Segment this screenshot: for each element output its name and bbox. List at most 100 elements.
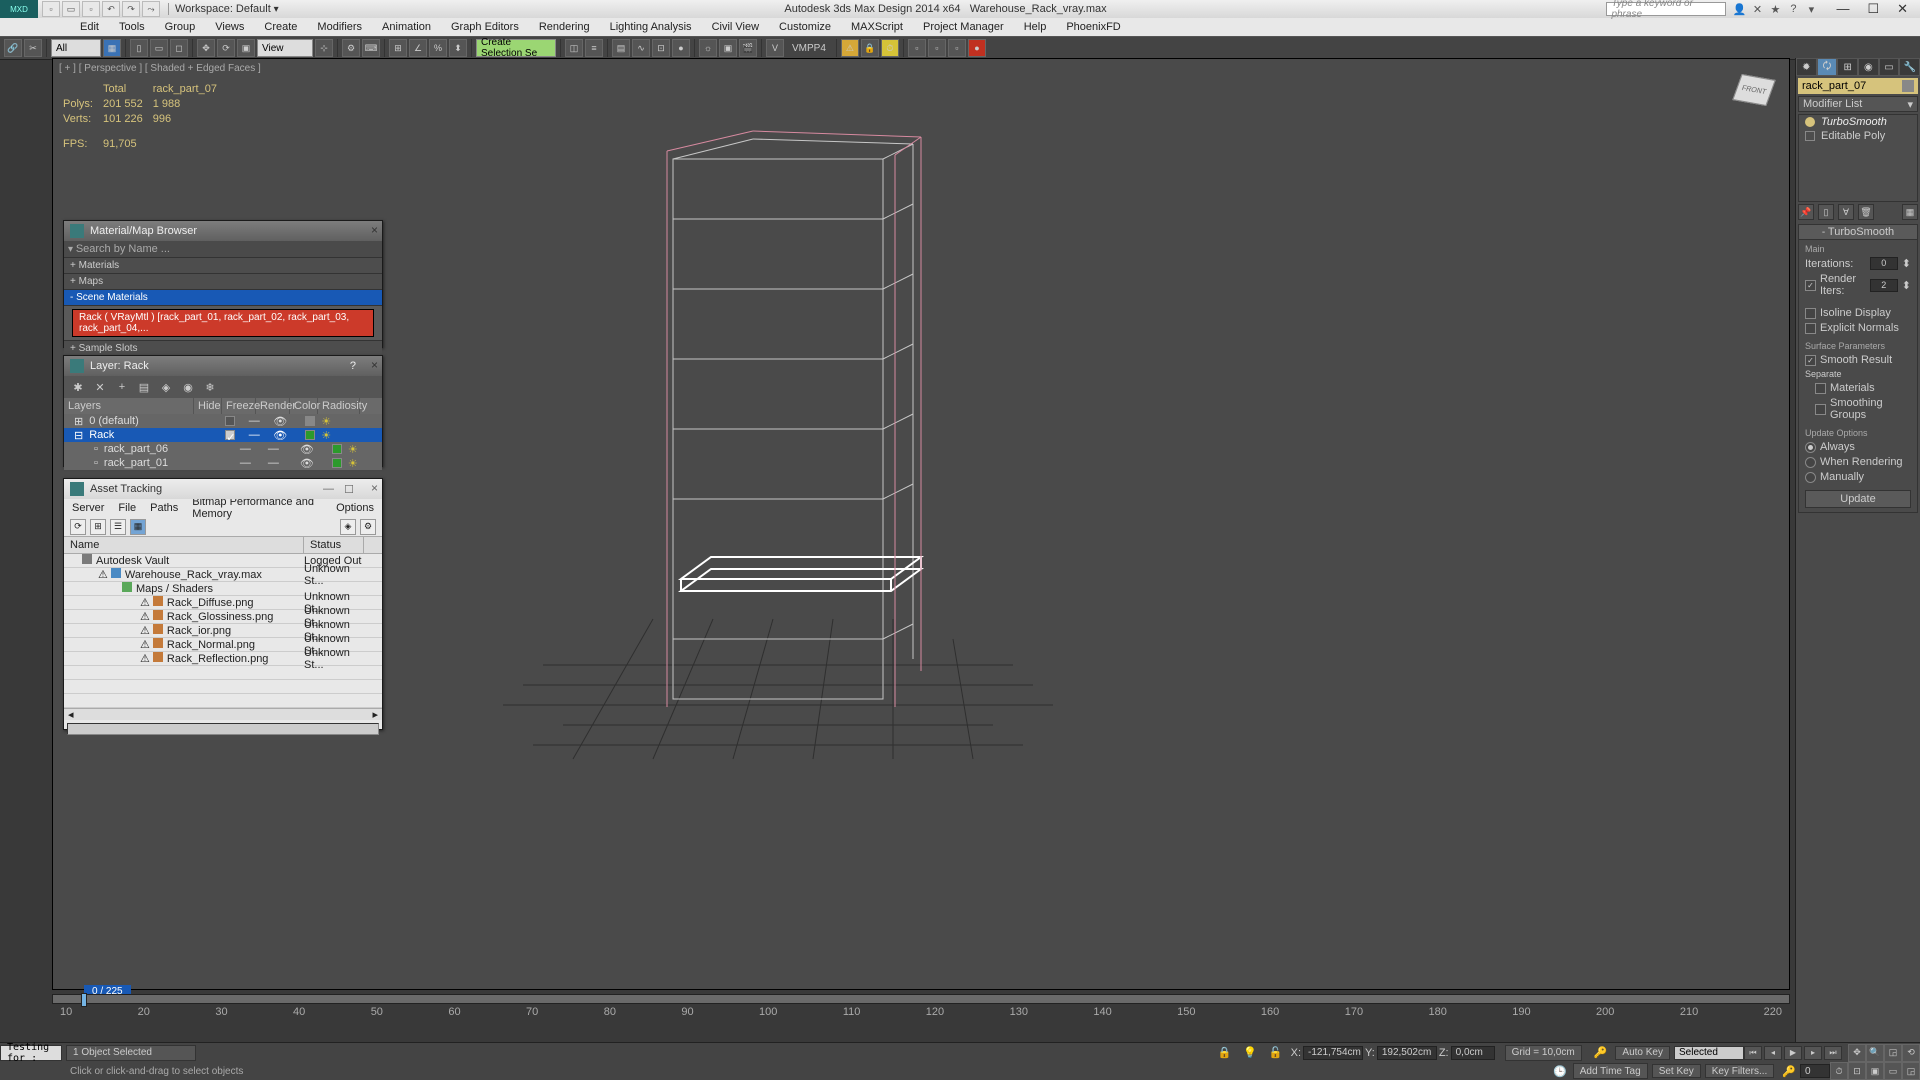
rollout-header[interactable]: - TurboSmooth	[1799, 225, 1917, 240]
col-name[interactable]: Name	[64, 537, 304, 553]
current-frame-field[interactable]: 0	[1800, 1064, 1830, 1078]
mat-section-materials[interactable]: + Materials	[64, 258, 382, 274]
col-layers[interactable]: Layers	[64, 398, 194, 414]
warning-icon[interactable]: ⚠	[841, 39, 859, 57]
tab-display-icon[interactable]: ▭	[1879, 58, 1900, 76]
bulb-icon[interactable]	[1805, 117, 1815, 127]
clock-icon[interactable]: ⏱	[881, 39, 899, 57]
coord-y-field[interactable]: 192,502cm	[1377, 1046, 1437, 1060]
lock-selection-icon[interactable]: 🔒	[1212, 1046, 1238, 1059]
new-layer-icon[interactable]: ✱	[70, 379, 86, 395]
settings-icon[interactable]: ⚙	[360, 519, 376, 535]
favorites-icon[interactable]: ★	[1768, 2, 1782, 16]
configure-icon[interactable]: ▦	[1902, 204, 1918, 220]
select-layer-icon[interactable]: ▤	[136, 379, 152, 395]
modifier-stack[interactable]: TurboSmooth Editable Poly	[1798, 114, 1918, 202]
asset-hscroll[interactable]: ◂▸	[64, 708, 382, 720]
menu-grapheditors[interactable]: Graph Editors	[441, 21, 529, 33]
key-icon[interactable]: 🔑	[1778, 1065, 1800, 1078]
highlight-icon[interactable]: ◈	[340, 519, 356, 535]
autokey-button[interactable]: Auto Key	[1615, 1046, 1670, 1060]
coord-x-field[interactable]: -121,754cm	[1303, 1046, 1363, 1060]
smooth-result-check[interactable]	[1805, 355, 1816, 366]
tab-motion-icon[interactable]: ◉	[1858, 58, 1879, 76]
keyfilters-button[interactable]: Key Filters...	[1705, 1064, 1775, 1078]
lock-icon[interactable]: 🔒	[861, 39, 879, 57]
menu-projectmanager[interactable]: Project Manager	[913, 21, 1014, 33]
asset-menu-bitmap[interactable]: Bitmap Performance and Memory	[192, 496, 322, 520]
plugin2-icon[interactable]: ▫	[928, 39, 946, 57]
nav-region-icon[interactable]: ▭	[1884, 1062, 1902, 1080]
chevron-down-icon[interactable]: ▾	[1804, 2, 1818, 16]
plugin3-icon[interactable]: ▫	[948, 39, 966, 57]
col-render[interactable]: Render	[256, 398, 290, 414]
spinner-arrows-icon[interactable]: ⬍	[1902, 257, 1911, 270]
menu-tools[interactable]: Tools	[109, 21, 155, 33]
material-search[interactable]: ▾ Search by Name ...	[64, 241, 382, 258]
modifier-item[interactable]: Editable Poly	[1799, 129, 1917, 143]
goto-end-icon[interactable]: ⏭	[1824, 1046, 1842, 1060]
undo-icon[interactable]: ↶	[102, 1, 120, 17]
nav-zoom-icon[interactable]: 🔍	[1866, 1044, 1884, 1062]
spinner-arrows-icon[interactable]: ⬍	[1902, 279, 1911, 292]
selection-filter[interactable]: All	[51, 39, 101, 57]
key-target-combo[interactable]: Selected	[1674, 1046, 1744, 1060]
link-icon[interactable]: ⤳	[142, 1, 160, 17]
select-icon[interactable]: ▯	[130, 39, 148, 57]
pin-stack-icon[interactable]: 📌	[1798, 204, 1814, 220]
show-end-icon[interactable]: ▯	[1818, 204, 1834, 220]
color-swatch[interactable]	[305, 416, 315, 426]
asset-panel-title[interactable]: Asset Tracking — ☐ ×	[64, 479, 382, 499]
color-swatch[interactable]	[332, 444, 342, 454]
search-input[interactable]: Type a keyword or phrase	[1606, 2, 1726, 16]
menu-edit[interactable]: Edit	[70, 21, 109, 33]
rotate-icon[interactable]: ⟳	[217, 39, 235, 57]
prev-frame-icon[interactable]: ◂	[1764, 1046, 1782, 1060]
time-slider-thumb[interactable]	[81, 993, 87, 1007]
minimize-icon[interactable]: —	[323, 483, 334, 495]
exchange-icon[interactable]: ✕	[1750, 2, 1764, 16]
layers-icon[interactable]: ▤	[612, 39, 630, 57]
close-icon[interactable]: ×	[371, 481, 378, 495]
manipulate-icon[interactable]: ⚙	[342, 39, 360, 57]
tab-create-icon[interactable]: ✹	[1796, 58, 1817, 76]
hide-toggle[interactable]	[225, 416, 235, 426]
iterations-spinner[interactable]: 0	[1870, 257, 1898, 270]
named-selection-set[interactable]: Create Selection Se	[476, 39, 556, 57]
next-frame-icon[interactable]: ▸	[1804, 1046, 1822, 1060]
workspace-selector[interactable]: Workspace: Default ▾	[168, 3, 285, 15]
new-icon[interactable]: ▫	[42, 1, 60, 17]
nav-max-icon[interactable]: ◲	[1902, 1062, 1920, 1080]
snap-icon[interactable]: ⊞	[389, 39, 407, 57]
explicit-check[interactable]	[1805, 323, 1816, 334]
layer-panel[interactable]: Layer: Rack ? × ✱ ✕ + ▤ ◈ ◉ ❄ Layers Hid…	[63, 355, 383, 467]
redo-icon[interactable]: ↷	[122, 1, 140, 17]
tree-icon[interactable]: ⊞	[90, 519, 106, 535]
close-button[interactable]: ✕	[1897, 1, 1908, 17]
plugin-stop-icon[interactable]: ●	[968, 39, 986, 57]
menu-rendering[interactable]: Rendering	[529, 21, 600, 33]
asset-menu-file[interactable]: File	[118, 502, 136, 514]
select-name-icon[interactable]: ▭	[150, 39, 168, 57]
object-name-field[interactable]: rack_part_07	[1798, 78, 1918, 94]
asset-row[interactable]: ⚠ Warehouse_Rack_vray.maxUnknown St...	[64, 568, 382, 582]
col-status[interactable]: Status	[304, 537, 364, 553]
help-icon[interactable]: ?	[350, 360, 356, 372]
make-unique-icon[interactable]: ∀	[1838, 204, 1854, 220]
list-icon[interactable]: ☰	[110, 519, 126, 535]
expand-icon[interactable]	[1805, 131, 1815, 141]
time-tag-icon[interactable]: 🕒	[1547, 1065, 1573, 1078]
ref-coord-combo[interactable]: View	[257, 39, 313, 57]
nav-pan-icon[interactable]: ✥	[1848, 1044, 1866, 1062]
sep-materials-check[interactable]	[1815, 383, 1826, 394]
asset-menu-options[interactable]: Options	[336, 502, 374, 514]
grid-icon[interactable]: ▦	[130, 519, 146, 535]
layer-panel-title[interactable]: Layer: Rack ? ×	[64, 356, 382, 376]
col-radiosity[interactable]: Radiosity	[318, 398, 360, 414]
mirror-icon[interactable]: ◫	[565, 39, 583, 57]
pivot-icon[interactable]: ⊹	[315, 39, 333, 57]
hide-layer-icon[interactable]: ◉	[180, 379, 196, 395]
menu-civilview[interactable]: Civil View	[702, 21, 769, 33]
menu-group[interactable]: Group	[155, 21, 206, 33]
tab-modify-icon[interactable]: 🗘	[1817, 58, 1838, 76]
